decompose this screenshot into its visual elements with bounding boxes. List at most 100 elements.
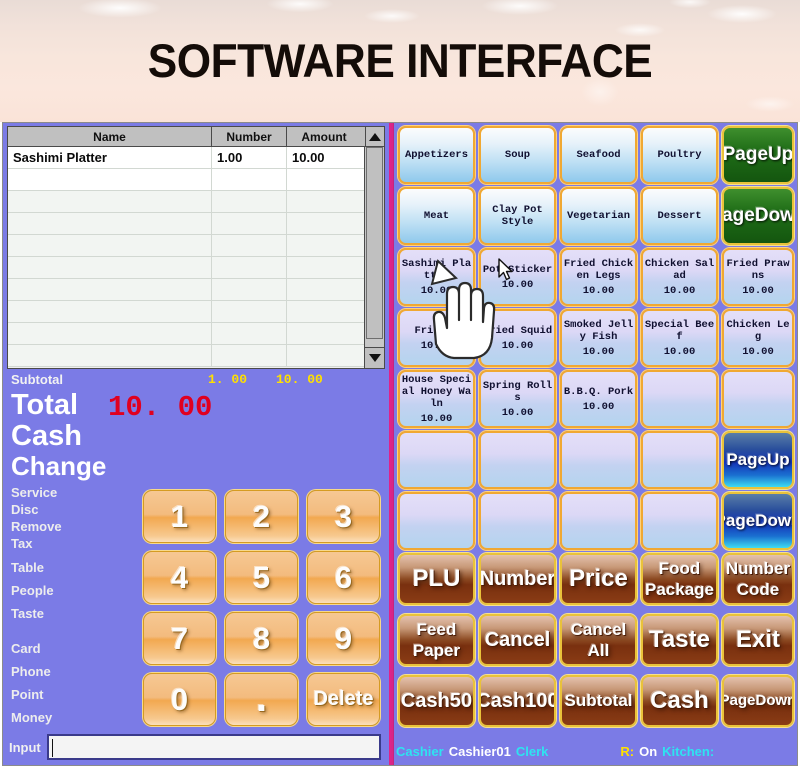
scroll-down-button[interactable]	[365, 347, 384, 368]
input-field[interactable]	[47, 734, 381, 760]
table-row[interactable]: Sashimi Platter 1.00 10.00	[8, 147, 366, 169]
menu-item-button	[560, 492, 637, 550]
menu-item-button	[641, 492, 718, 550]
function-button-page-down[interactable]: PageDown	[722, 675, 794, 727]
menu-item-button	[641, 370, 718, 428]
menu-item-button: Sashimi Platter 10.00	[398, 248, 475, 306]
function-button-subtotal[interactable]: Subtotal	[560, 675, 637, 727]
function-button-cash100[interactable]: Cash100	[479, 675, 556, 727]
category-button-appetizers[interactable]: Appetizers	[398, 126, 475, 184]
menu-item-button: Spring Rolls 10.00	[479, 370, 556, 428]
keypad-key-decimal[interactable]: .	[225, 673, 298, 726]
item-page-down-button[interactable]: PageDown	[722, 492, 794, 550]
function-button-plu[interactable]: PLU	[398, 553, 475, 605]
menu-panel: Appetizers Soup Seafood Poultry PageUp M…	[394, 123, 797, 765]
keypad-key-7[interactable]: 7	[143, 612, 216, 665]
order-panel: Name Number Amount Sashimi Platter 1.00 …	[3, 123, 391, 765]
status-bar: Cashier Cashier01 Clerk R: On Kitchen:	[396, 739, 796, 763]
table-row[interactable]	[8, 345, 366, 367]
pos-window: Name Number Amount Sashimi Platter 1.00 …	[2, 122, 798, 766]
category-button-poultry[interactable]: Poultry	[641, 126, 718, 184]
menu-item-button: Fried Squid 10.00	[479, 309, 556, 367]
category-button-seafood[interactable]: Seafood	[560, 126, 637, 184]
function-button-price[interactable]: Price	[560, 553, 637, 605]
keypad-key-8[interactable]: 8	[225, 612, 298, 665]
banner-header: SOFTWARE INTERFACE	[0, 0, 800, 122]
table-row[interactable]	[8, 235, 366, 257]
field-label-tax: Tax	[11, 536, 33, 551]
function-button-feed-paper[interactable]: Feed Paper	[398, 614, 475, 666]
keypad-key-4[interactable]: 4	[143, 551, 216, 604]
field-label-table: Table	[11, 560, 44, 575]
cell-number	[212, 169, 287, 190]
item-page-up-button[interactable]: PageUp	[722, 431, 794, 489]
category-button-soup[interactable]: Soup	[479, 126, 556, 184]
table-row[interactable]	[8, 257, 366, 279]
triangle-up-icon	[369, 132, 381, 141]
menu-item-button	[722, 370, 794, 428]
keypad-key-5[interactable]: 5	[225, 551, 298, 604]
menu-item-button: Fried s 10.00	[398, 309, 475, 367]
cell-name: Sashimi Platter	[8, 147, 212, 168]
category-page-down-button[interactable]: PageDown	[722, 187, 794, 245]
keypad-key-3[interactable]: 3	[307, 490, 380, 543]
menu-item-button: Chicken Leg 10.00	[722, 309, 794, 367]
cell-number: 1.00	[212, 147, 287, 168]
function-button-exit[interactable]: Exit	[722, 614, 794, 666]
pos-application: SOFTWARE INTERFACE Name Number Amount Sa…	[0, 0, 800, 768]
menu-item-button: Smoked Jelly Fish 10.00	[560, 309, 637, 367]
total-label: Total	[11, 389, 79, 421]
function-button-number[interactable]: Number	[479, 553, 556, 605]
table-row[interactable]	[8, 301, 366, 323]
function-button-cash50[interactable]: Cash50	[398, 675, 475, 727]
table-row[interactable]	[8, 191, 366, 213]
function-button-cash[interactable]: Cash	[641, 675, 718, 727]
table-row[interactable]	[8, 279, 366, 301]
table-row[interactable]	[8, 323, 366, 345]
menu-item-button	[479, 431, 556, 489]
table-header-row: Name Number Amount	[8, 127, 384, 147]
status-r-label: R:	[620, 743, 635, 759]
column-header-number: Number	[212, 127, 287, 146]
category-button-clay-pot[interactable]: Clay Pot Style	[479, 187, 556, 245]
function-button-cancel[interactable]: Cancel	[479, 614, 556, 666]
keypad-key-1[interactable]: 1	[143, 490, 216, 543]
cell-name	[8, 169, 212, 190]
menu-item-button: Fried Chicken Legs 10.00	[560, 248, 637, 306]
scrollbar-thumb[interactable]	[366, 147, 383, 339]
cell-amount: 10.00	[292, 150, 325, 165]
function-button-taste[interactable]: Taste	[641, 614, 718, 666]
menu-item-button: Special Beef 10.00	[641, 309, 718, 367]
status-clerk-label: Clerk	[515, 743, 549, 759]
keypad-key-9[interactable]: 9	[307, 612, 380, 665]
function-button-number-code[interactable]: Number Code	[722, 553, 794, 605]
triangle-down-icon	[368, 354, 381, 362]
table-body: Sashimi Platter 1.00 10.00	[8, 147, 366, 368]
column-header-name: Name	[8, 127, 212, 146]
category-page-up-button[interactable]: PageUp	[722, 126, 794, 184]
field-label-disc: Disc	[11, 502, 39, 517]
category-button-vegetarian[interactable]: Vegetarian	[560, 187, 637, 245]
table-row[interactable]	[8, 213, 366, 235]
vertical-scrollbar[interactable]	[364, 147, 384, 368]
status-cashier-value: Cashier01	[448, 743, 511, 759]
table-row[interactable]	[8, 169, 366, 191]
category-button-meat[interactable]: Meat	[398, 187, 475, 245]
subtotal-quantity: 1. 00	[208, 372, 248, 387]
function-button-cancel-all[interactable]: Cancel All	[560, 614, 637, 666]
keypad-key-6[interactable]: 6	[307, 551, 380, 604]
menu-item-button: Fried Prawns 10.00	[722, 248, 794, 306]
subtotal-amount: 10. 00	[276, 372, 323, 387]
column-header-amount: Amount	[287, 127, 366, 146]
scroll-up-button[interactable]	[366, 127, 384, 146]
category-button-dessert[interactable]: Dessert	[641, 187, 718, 245]
menu-item-button: Pot Sticker 10.00	[479, 248, 556, 306]
keypad-key-0[interactable]: 0	[143, 673, 216, 726]
numeric-keypad: 1 2 3 4 5 6 7 8 9 0 . Delete	[143, 490, 383, 733]
menu-item-button	[641, 431, 718, 489]
keypad-key-2[interactable]: 2	[225, 490, 298, 543]
field-label-phone: Phone	[11, 664, 51, 679]
keypad-key-delete[interactable]: Delete	[307, 673, 380, 726]
function-button-food-package[interactable]: Food Package	[641, 553, 718, 605]
field-label-money: Money	[11, 710, 53, 725]
